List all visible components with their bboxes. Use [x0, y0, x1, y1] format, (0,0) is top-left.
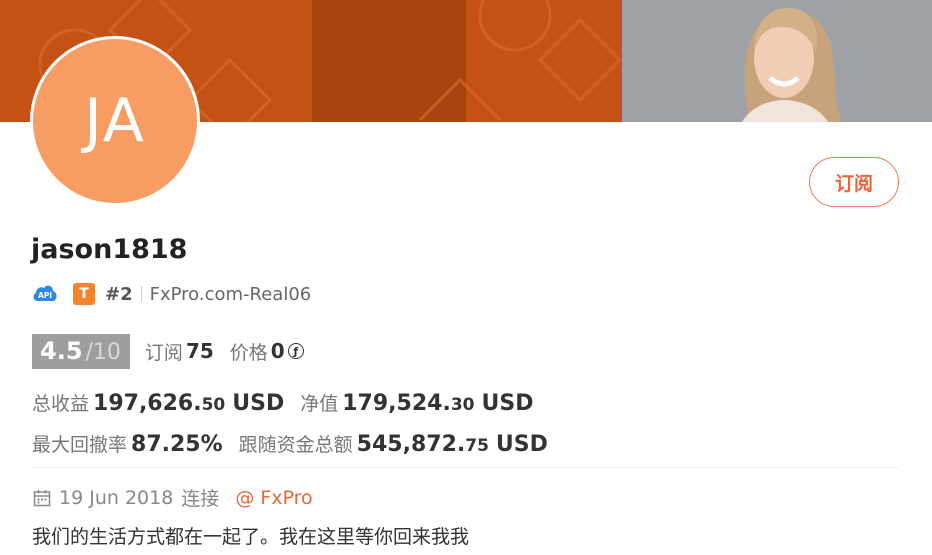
portrait-image [622, 0, 932, 122]
coin-icon: ƒ [287, 343, 304, 359]
api-badge-label: API [38, 291, 52, 300]
server-name: FxPro.com-Real06 [149, 283, 312, 305]
max-drawdown-label: 最大回撤率 [32, 434, 128, 456]
rating-max: /10 [85, 339, 121, 365]
equity-value: 179,524. [342, 391, 451, 416]
follow-funds-unit: USD [495, 432, 548, 457]
price-label: 价格 [229, 341, 268, 364]
subscribers-value: 75 [185, 339, 214, 363]
avatar-initials: JA [84, 86, 146, 156]
api-badge-icon: API [32, 283, 58, 305]
rating-row: 4.5 /10 订阅 75 价格 0 ƒ [32, 333, 304, 369]
subscribers-label: 订阅 [144, 341, 183, 364]
tier-badge: T [73, 283, 95, 305]
follow-funds-cents: 75 [465, 436, 489, 456]
rating-badge: 4.5 /10 [32, 333, 130, 369]
bio-text: 我们的生活方式都在一起了。我在这里等你回来我我 [32, 526, 470, 548]
max-drawdown-value: 87.25% [131, 432, 223, 457]
calendar-icon [33, 489, 51, 506]
username: jason1818 [31, 234, 188, 265]
total-profit-unit: USD [232, 391, 285, 416]
price-value: 0 [270, 339, 285, 363]
meta-row: 19 Jun 2018 连接 @ FxPro [33, 484, 313, 511]
rating-value: 4.5 [40, 336, 83, 365]
badges-row: API T #2 FxPro.com-Real06 [32, 282, 311, 306]
banner-photo [622, 0, 932, 122]
rank-label: #2 [105, 283, 133, 305]
section-divider [32, 467, 898, 468]
join-date: 19 Jun 2018 [59, 486, 174, 509]
divider [140, 286, 142, 302]
equity-unit: USD [481, 391, 534, 416]
total-profit-cents: 50 [201, 395, 226, 415]
avatar[interactable]: JA [30, 36, 200, 206]
broker-link[interactable]: @ FxPro [235, 487, 312, 509]
stats-row-drawdown: 最大回撤率 87.25% 跟随资金总额 545,872. 75 USD [32, 430, 548, 457]
equity-label: 净值 [300, 393, 339, 415]
follow-funds-label: 跟随资金总额 [238, 434, 353, 456]
total-profit-label: 总收益 [32, 393, 90, 415]
equity-cents: 30 [450, 395, 475, 415]
connect-label: 连接 [181, 488, 220, 510]
stats-row-profit: 总收益 197,626. 50 USD 净值 179,524. 30 USD [32, 389, 533, 416]
follow-funds-value: 545,872. [356, 432, 466, 457]
subscribe-button[interactable]: 订阅 [809, 157, 899, 207]
total-profit-value: 197,626. [93, 391, 202, 416]
